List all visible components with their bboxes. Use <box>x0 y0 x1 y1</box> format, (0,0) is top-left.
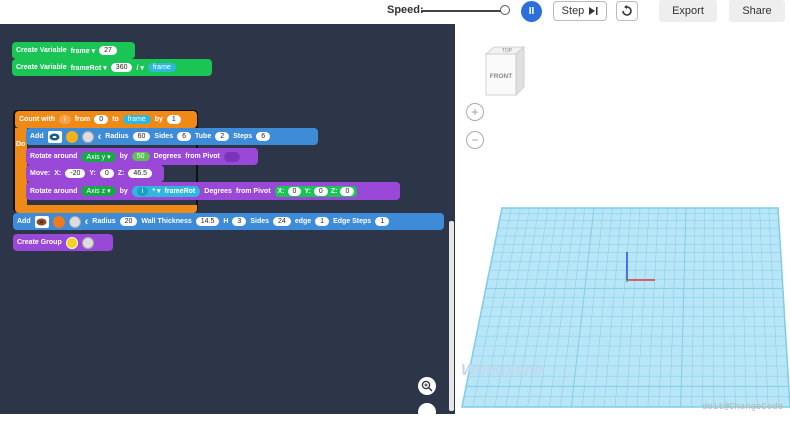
loop-var-ref[interactable]: i <box>137 187 149 196</box>
workspace-zoom-out-button[interactable] <box>418 403 436 421</box>
hole-toggle[interactable] <box>82 131 94 143</box>
move-block[interactable]: Move: X: -20 Y: 0 Z: 46.5 <box>26 165 164 182</box>
torus-icon <box>49 133 60 141</box>
to-input[interactable]: frame <box>123 115 151 124</box>
tube-icon <box>36 218 47 226</box>
variable-dropdown[interactable]: frame ▾ <box>71 47 96 55</box>
shape-thumbnail[interactable] <box>48 131 62 143</box>
operator-dropdown[interactable]: / ▾ <box>136 64 143 72</box>
step-label: Step <box>562 5 585 17</box>
top-toolbar: Speed: II Step Export Share <box>0 0 790 24</box>
hole-toggle[interactable] <box>69 216 81 228</box>
viewcube-front-label[interactable]: FRONT <box>490 73 512 80</box>
pivot-slot[interactable] <box>224 152 240 162</box>
pivot-y-input[interactable]: 0 <box>314 187 328 196</box>
create-group-block[interactable]: Create Group <box>13 234 113 251</box>
add-shape-block[interactable]: Add ‹ Radius 20 Wall Thickness 14.5 H 3 … <box>13 213 444 230</box>
viewport-zoom-in-button[interactable]: + <box>466 103 484 121</box>
axis-dropdown[interactable]: Axis z ▾ <box>81 186 115 196</box>
by-input[interactable]: 1 <box>167 115 181 124</box>
sides-input[interactable]: 6 <box>177 132 191 141</box>
value-input[interactable]: 360 <box>111 63 133 72</box>
speed-slider-track[interactable] <box>421 10 506 12</box>
count-with-block[interactable]: Count with i from 0 to frame by 1 <box>15 111 197 128</box>
create-variable-block[interactable]: Create Variable frameRot ▾ 360 / ▾ frame <box>12 59 212 76</box>
pivot-x-input[interactable]: 0 <box>288 187 302 196</box>
workplane-grid[interactable] <box>455 200 790 414</box>
speed-slider-handle[interactable] <box>500 5 510 15</box>
shape-thumbnail[interactable] <box>35 216 49 228</box>
pivot-z-input[interactable]: 0 <box>340 187 354 196</box>
pause-button[interactable]: II <box>521 1 542 22</box>
collapse-chevron-icon[interactable]: ‹ <box>85 216 89 228</box>
move-x-input[interactable]: -20 <box>65 169 85 178</box>
block-workspace[interactable]: Create Variable frame ▾ 27 Create Variab… <box>0 24 455 414</box>
wall-thickness-input[interactable]: 14.5 <box>196 217 220 226</box>
pause-icon: II <box>529 6 535 17</box>
minus-icon: − <box>471 133 478 147</box>
radius-input[interactable]: 60 <box>133 132 151 141</box>
zoom-in-icon <box>421 380 433 392</box>
variable-ref[interactable]: frameRot <box>165 188 196 195</box>
math-expression[interactable]: i * ▾ frameRot <box>132 186 201 197</box>
variable-dropdown[interactable]: frameRot ▾ <box>71 64 107 72</box>
height-input[interactable]: 3 <box>232 217 246 226</box>
move-y-input[interactable]: 0 <box>100 169 114 178</box>
workspace-zoom-in-button[interactable] <box>418 377 436 395</box>
pivot-point[interactable]: X: 0 Y: 0 Z: 0 <box>275 186 358 197</box>
reset-button[interactable] <box>616 1 638 21</box>
variable-ref[interactable]: frame <box>148 63 176 72</box>
viewport-zoom-out-button[interactable]: − <box>466 131 484 149</box>
loop-var-dropdown[interactable]: i <box>59 115 71 124</box>
move-z-input[interactable]: 46.5 <box>128 169 152 178</box>
share-button[interactable]: Share <box>729 0 785 22</box>
tube-input[interactable]: 2 <box>215 132 229 141</box>
edge-steps-input[interactable]: 1 <box>375 217 389 226</box>
value-input[interactable]: 27 <box>99 46 117 55</box>
color-picker[interactable] <box>53 216 65 228</box>
step-button[interactable]: Step <box>553 1 607 21</box>
step-forward-icon <box>588 6 598 16</box>
operator-dropdown[interactable]: * ▾ <box>152 187 160 195</box>
export-button[interactable]: Export <box>659 0 717 22</box>
color-picker[interactable] <box>66 237 78 249</box>
from-input[interactable]: 0 <box>94 115 108 124</box>
sides-input[interactable]: 24 <box>273 217 291 226</box>
loop-footer <box>15 205 197 213</box>
rotate-block[interactable]: Rotate around Axis y ▾ by 50 Degrees fro… <box>26 148 258 165</box>
watermark: doit@ChangeCode <box>702 402 783 412</box>
viewcube[interactable]: TOP FRONT <box>483 44 527 98</box>
radius-input[interactable]: 20 <box>120 217 138 226</box>
reset-icon <box>621 5 633 17</box>
workplane-label: Workplane <box>461 362 543 380</box>
steps-input[interactable]: 6 <box>256 132 270 141</box>
color-picker[interactable] <box>66 131 78 143</box>
axis-dropdown[interactable]: Axis y ▾ <box>81 152 115 162</box>
rotate-block[interactable]: Rotate around Axis z ▾ by i * ▾ frameRot… <box>26 182 400 200</box>
create-variable-block[interactable]: Create Variable frame ▾ 27 <box>12 42 135 59</box>
add-shape-block[interactable]: Add ‹ Radius 60 Sides 6 Tube 2 Steps 6 <box>26 128 318 145</box>
viewcube-top-label[interactable]: TOP <box>502 48 513 54</box>
speed-label: Speed: <box>387 4 424 16</box>
collapse-chevron-icon[interactable]: ‹ <box>98 131 102 143</box>
hole-toggle[interactable] <box>82 237 94 249</box>
edge-input[interactable]: 1 <box>315 217 329 226</box>
degrees-input[interactable]: 50 <box>132 152 150 161</box>
plus-icon: + <box>471 105 478 119</box>
workspace-scrollbar[interactable] <box>449 221 454 411</box>
